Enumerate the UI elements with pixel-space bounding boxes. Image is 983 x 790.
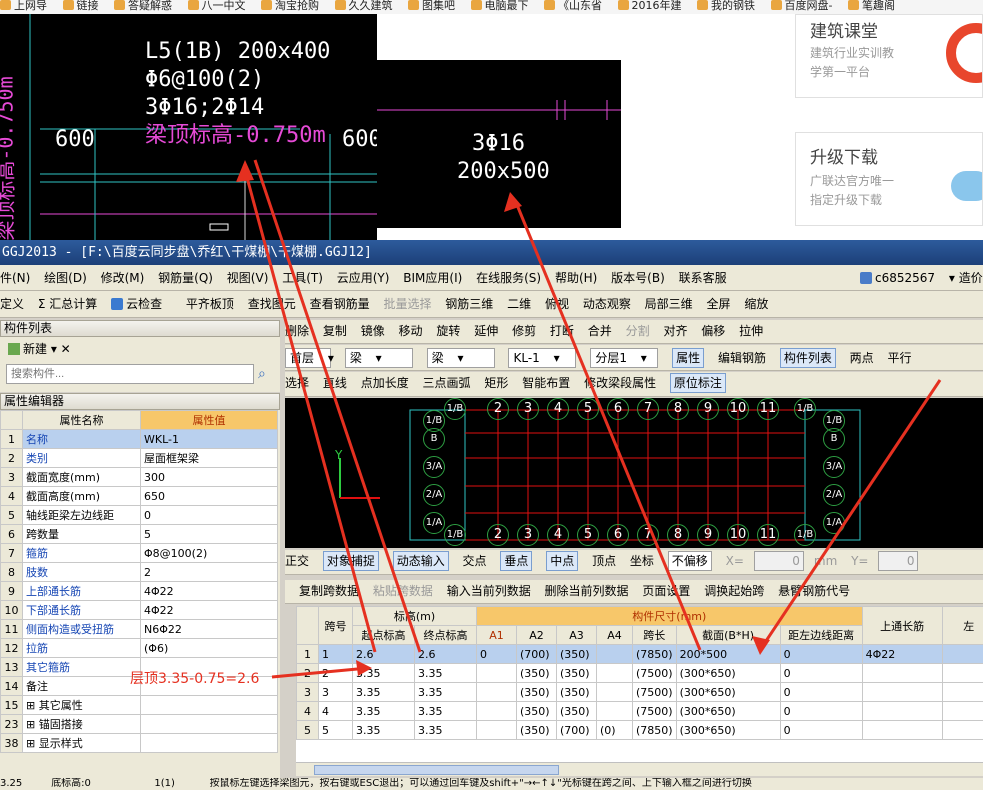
annotation-text: 层顶3.35-0.75=2.6 [130,671,260,687]
